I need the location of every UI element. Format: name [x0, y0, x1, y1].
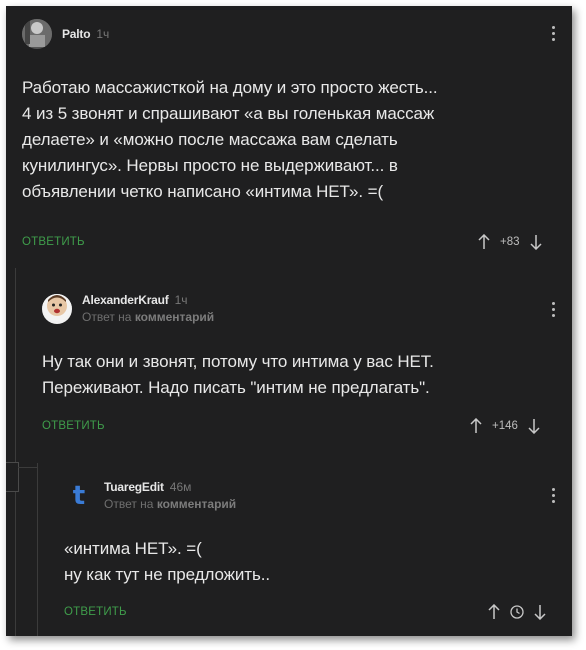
comment-text-line: Работаю массажисткой на дому и это прост… — [22, 78, 438, 97]
rating-controls — [488, 604, 546, 620]
comment-time: 46м — [169, 480, 192, 494]
rating-controls: +146 — [470, 418, 540, 434]
thread-branch-line — [18, 467, 38, 468]
comment-text-line: кунилингус». Нервы просто не выдерживают… — [22, 156, 398, 175]
parent-comment-link[interactable]: комментарий — [157, 497, 236, 511]
comment-text-line: делаете» и «можно после массажа вам сдел… — [22, 130, 398, 149]
user-avatar-letter-t-icon: t — [72, 480, 86, 511]
reply-to-prefix: Ответ на — [104, 497, 154, 511]
reply-to-line: Ответ на комментарий — [104, 497, 236, 511]
parent-comment-link[interactable]: комментарий — [135, 310, 214, 324]
comment-text-line: «интима НЕТ». =( — [64, 539, 202, 558]
comment-time: 1ч — [174, 293, 188, 307]
comment-thread: Palto 1ч Работаю массажисткой на дому и … — [6, 6, 572, 636]
reply-button[interactable]: ОТВЕТИТЬ — [22, 236, 85, 248]
downvote-arrow-icon[interactable] — [534, 604, 546, 620]
username[interactable]: Palto — [62, 27, 91, 41]
thread-line-level-1[interactable] — [15, 268, 16, 636]
comment-menu-button[interactable] — [552, 26, 556, 41]
comment-time: 1ч — [96, 27, 110, 41]
avatar[interactable]: t — [64, 480, 94, 511]
comment-text-line: 4 из 5 звонят и спрашивают «а вы голеньк… — [22, 104, 435, 123]
avatar[interactable] — [22, 19, 52, 49]
comment-meta: AlexanderKrauf 1ч Ответ на комментарий — [82, 293, 214, 324]
rating-count: +83 — [500, 236, 520, 248]
reply-button[interactable]: ОТВЕТИТЬ — [42, 420, 105, 432]
comment-text: «интима НЕТ». =( ну как тут не предложит… — [64, 536, 554, 588]
reply-button[interactable]: ОТВЕТИТЬ — [64, 606, 127, 618]
comment-text: Ну так они и звонят, потому что интима у… — [42, 349, 562, 401]
upvote-arrow-icon[interactable] — [488, 604, 500, 620]
comment-text-line: Переживают. Надо писать "интим не предла… — [42, 378, 430, 397]
user-avatar-photo-icon — [22, 19, 52, 49]
username[interactable]: AlexanderKrauf — [82, 293, 169, 307]
downvote-arrow-icon[interactable] — [528, 418, 540, 434]
comment-text-line: объявлении четко написано «интима НЕТ». … — [22, 182, 384, 201]
comment-header: AlexanderKrauf 1ч Ответ на комментарий — [42, 293, 214, 324]
user-avatar-cartoon-icon — [42, 293, 72, 324]
reply-to-prefix: Ответ на — [82, 310, 132, 324]
upvote-arrow-icon[interactable] — [470, 418, 482, 434]
comment-menu-button[interactable] — [552, 302, 556, 317]
comment-meta: TuaregEdit 46м Ответ на комментарий — [104, 480, 236, 511]
comment-text-line: ну как тут не предложить.. — [64, 565, 270, 584]
upvote-arrow-icon[interactable] — [478, 234, 490, 250]
avatar[interactable] — [42, 293, 72, 324]
username[interactable]: TuaregEdit — [104, 480, 164, 494]
comment-menu-button[interactable] — [552, 488, 556, 503]
comment-header: t TuaregEdit 46м Ответ на комментарий — [64, 480, 236, 511]
reply-to-line: Ответ на комментарий — [82, 310, 214, 324]
downvote-arrow-icon[interactable] — [529, 234, 542, 250]
rating-count: +146 — [492, 420, 518, 432]
rating-controls: +83 — [478, 234, 542, 250]
comment-text-line: Ну так они и звонят, потому что интима у… — [42, 352, 434, 371]
comment-header: Palto 1ч — [22, 19, 109, 49]
rating-hidden-clock-icon — [510, 605, 524, 619]
comment-text: Работаю массажисткой на дому и это прост… — [22, 75, 562, 205]
thread-line-level-2[interactable] — [37, 463, 38, 636]
